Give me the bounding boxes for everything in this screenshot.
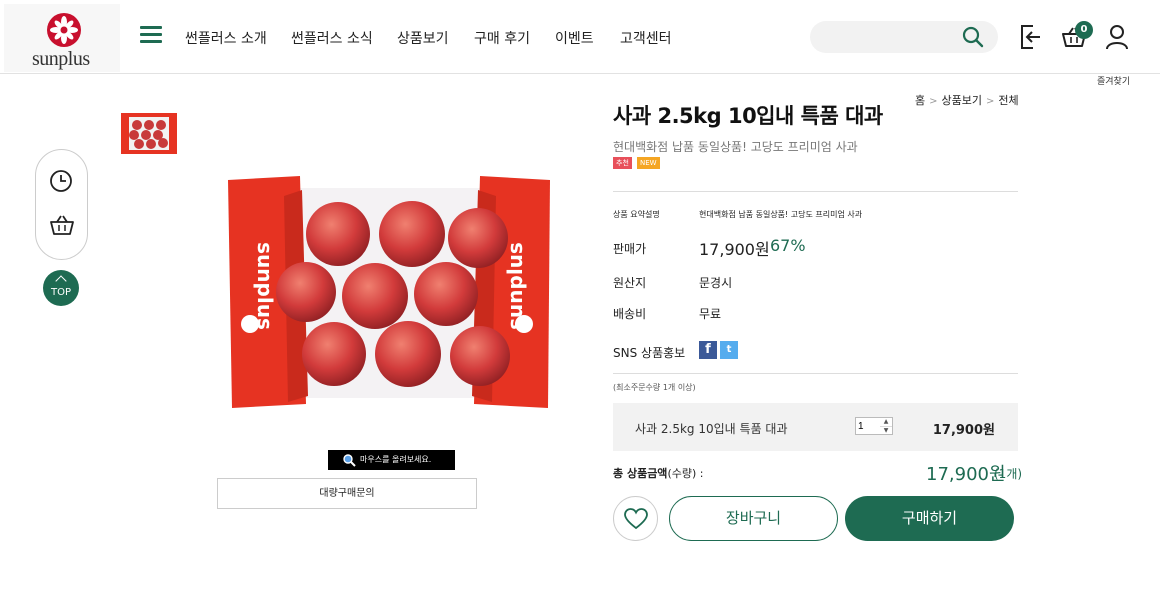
origin-value: 문경시 — [699, 276, 733, 290]
site-header: sunplus 썬플러스 소개 썬플러스 소식 상품보기 구매 후기 이벤트 고… — [0, 0, 1160, 74]
quantity-up-icon[interactable]: ▲ — [880, 418, 892, 426]
search-box — [810, 21, 998, 53]
cart-count-badge: 0 — [1075, 21, 1093, 39]
search-icon[interactable] — [961, 25, 985, 49]
options-divider — [613, 373, 1018, 374]
total-qty-label: (수량) : — [667, 467, 704, 480]
sns-label: SNS 상품홍보 — [613, 346, 686, 360]
total-label: 총 상품금액(수량) : — [613, 465, 703, 481]
option-price: 17,900원 — [932, 423, 995, 438]
sunplus-logo-icon — [47, 13, 81, 47]
favorites-link[interactable]: 즐겨찾기 — [1097, 74, 1130, 87]
new-badge: NEW — [637, 157, 660, 169]
product-subtitle: 현대백화점 납품 동일상품! 고당도 프리미엄 사과 — [613, 140, 858, 154]
quantity-stepper: ▲ ▼ — [855, 417, 893, 435]
chevron-right-icon: > — [929, 96, 938, 107]
wishlist-button[interactable] — [613, 496, 658, 541]
total-label-text: 총 상품금액 — [613, 467, 668, 480]
twitter-icon[interactable]: t — [720, 341, 738, 359]
info-divider — [613, 191, 1018, 192]
bulk-inquiry-button[interactable]: 대량구매문의 — [217, 478, 477, 509]
quantity-down-icon[interactable]: ▼ — [880, 426, 892, 434]
recommend-badge: 추천 — [613, 157, 632, 169]
product-main-image[interactable]: sunplus sunplus — [228, 176, 552, 410]
breadcrumb-products[interactable]: 상품보기 — [942, 94, 982, 107]
breadcrumb-all[interactable]: 전체 — [998, 94, 1018, 107]
product-title: 사과 2.5kg 10입내 특품 대과 — [613, 104, 883, 128]
add-to-cart-button[interactable]: 장바구니 — [669, 496, 838, 541]
breadcrumb: 홈 > 상품보기 > 전체 — [915, 92, 1019, 108]
summary-value: 현대백화점 납품 동일상품! 고당도 프리미엄 사과 — [699, 210, 863, 219]
top-label: TOP — [50, 287, 71, 298]
total-count: (1개) — [994, 467, 1023, 481]
search-input[interactable] — [822, 27, 952, 47]
scroll-top-button[interactable]: TOP — [43, 270, 79, 306]
heart-icon — [624, 508, 648, 530]
nav-item-events[interactable]: 이벤트 — [555, 28, 594, 48]
site-logo[interactable]: sunplus — [4, 4, 120, 72]
quantity-input[interactable] — [858, 419, 878, 433]
hamburger-menu-icon[interactable] — [140, 26, 162, 46]
nav-item-support[interactable]: 고객센터 — [620, 28, 672, 48]
breadcrumb-home[interactable]: 홈 — [915, 94, 925, 107]
option-name: 사과 2.5kg 10입내 특품 대과 — [635, 422, 788, 436]
nav-item-news[interactable]: 썬플러스 소식 — [291, 28, 373, 48]
nav-item-products[interactable]: 상품보기 — [397, 28, 449, 48]
min-order-note: (최소주문수량 1개 이상) — [613, 383, 696, 392]
product-thumbnail[interactable] — [121, 113, 177, 154]
zoom-hint: 마우스를 올려보세요. — [328, 450, 455, 470]
sale-price: 17,900원 — [699, 240, 770, 259]
nav-item-about[interactable]: 썬플러스 소개 — [185, 28, 267, 48]
discount-rate: 67% — [770, 236, 806, 255]
box-brand-text-left: sunplus — [253, 242, 277, 330]
summary-label: 상품 요약설명 — [613, 210, 660, 219]
user-icon[interactable] — [1105, 24, 1129, 50]
shipping-label: 배송비 — [613, 307, 647, 321]
chevron-up-icon — [55, 275, 67, 287]
quick-panel — [35, 149, 88, 260]
clock-icon[interactable] — [49, 169, 73, 193]
login-icon[interactable] — [1019, 24, 1043, 50]
shipping-value: 무료 — [699, 307, 722, 321]
price-label: 판매가 — [613, 242, 647, 256]
logo-text: sunplus — [32, 48, 90, 70]
magnifier-icon — [343, 454, 356, 467]
chevron-right-icon: > — [986, 96, 995, 107]
buy-now-button[interactable]: 구매하기 — [845, 496, 1014, 541]
selected-option-row: 사과 2.5kg 10입내 특품 대과 ▲ ▼ 17,900원 — [613, 403, 1018, 451]
zoom-hint-text: 마우스를 올려보세요. — [360, 455, 432, 464]
nav-item-reviews[interactable]: 구매 후기 — [474, 28, 530, 48]
origin-label: 원산지 — [613, 276, 647, 290]
facebook-icon[interactable]: f — [699, 341, 717, 359]
basket-icon[interactable] — [49, 214, 75, 236]
